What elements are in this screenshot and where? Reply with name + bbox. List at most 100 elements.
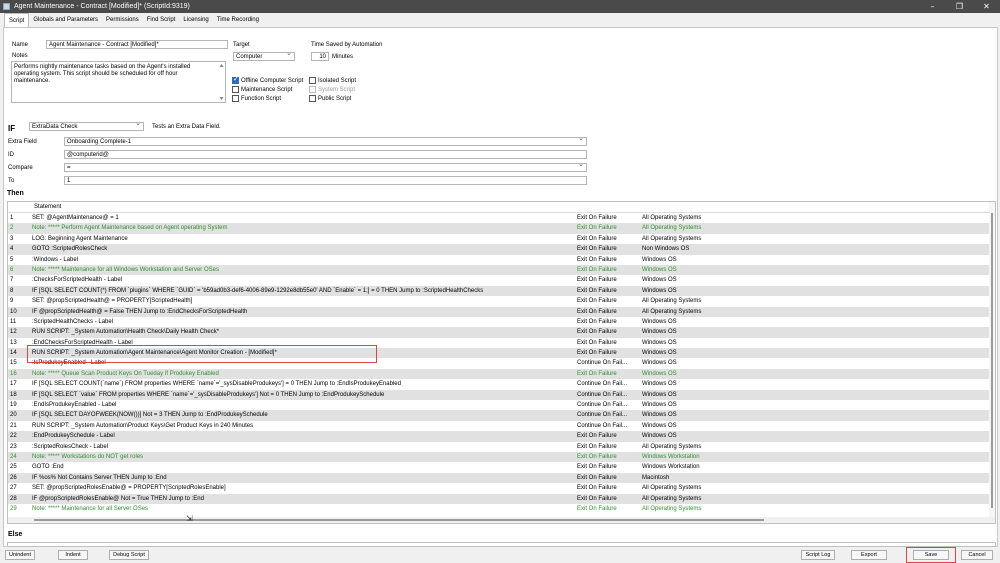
target-select[interactable]: Computer bbox=[233, 52, 295, 61]
tab-script[interactable]: Script bbox=[4, 13, 30, 27]
table-row[interactable]: 10 IF @propScriptedHealth@ = False THEN … bbox=[8, 306, 995, 317]
checkbox-offline-box[interactable] bbox=[232, 75, 239, 84]
notes-scrollbar[interactable] bbox=[219, 63, 224, 101]
row-statement: GOTO :End bbox=[32, 464, 64, 471]
checkbox-public-box[interactable] bbox=[309, 95, 316, 102]
cancel-button[interactable]: Cancel bbox=[961, 550, 993, 560]
name-input[interactable]: Agent Maintenance - Contract [Modified]* bbox=[46, 40, 228, 49]
table-row[interactable]: 2 Note: ***** Perform Agent Maintenance b… bbox=[8, 223, 995, 234]
notes-textarea[interactable]: Performs nightly maintenance tasks based… bbox=[11, 61, 226, 103]
row-failure-action: Exit On Failure bbox=[577, 308, 617, 315]
export-button[interactable]: Export bbox=[851, 550, 887, 560]
table-row[interactable]: 7:ChecksForScriptedHealth - Label Exit On… bbox=[8, 275, 995, 285]
table-row[interactable]: 26 IF %os% Not Contains Server THEN Jump… bbox=[8, 472, 995, 484]
row-operating-system: Windows OS bbox=[642, 412, 677, 419]
table-row[interactable]: 5:Windows - Label Exit On Failure Windows … bbox=[8, 255, 995, 265]
maximize-icon[interactable]: ❐ bbox=[946, 0, 973, 13]
horizontal-scroll-thumb[interactable] bbox=[34, 519, 764, 521]
offline-computer-script-checkbox[interactable]: Offline Computer Script bbox=[232, 75, 303, 84]
tab-find-script[interactable]: Find Script bbox=[143, 13, 180, 27]
table-row[interactable]: 9 SET: @propScriptedHealth@ = PROPERTY[S… bbox=[8, 296, 995, 306]
tab-time-recording[interactable]: Time Recording bbox=[213, 13, 263, 27]
row-number: 12 bbox=[10, 329, 17, 336]
row-statement: :ScriptedRolesCheck - Label bbox=[32, 443, 109, 450]
indent-button[interactable]: Indent bbox=[58, 550, 88, 560]
public-script-checkbox[interactable]: Public Script bbox=[309, 95, 351, 102]
tab-licensing[interactable]: Licensing bbox=[179, 13, 212, 27]
table-row[interactable]: 29 Note: ***** Maintenance for all Serve… bbox=[8, 504, 995, 514]
function-script-checkbox[interactable]: Function Script bbox=[232, 95, 281, 102]
time-saved-input[interactable]: 10 bbox=[311, 52, 329, 61]
else-label: Else bbox=[8, 531, 23, 538]
row-number: 4 bbox=[10, 246, 14, 253]
bottom-toolbar: Unindent Indent Debug Script Script Log … bbox=[0, 547, 1000, 563]
table-row[interactable]: 1 SET: @AgentMaintenance@ = 1 Exit On Fail… bbox=[8, 213, 995, 223]
checkbox-label: Maintenance Script bbox=[241, 86, 293, 93]
table-row[interactable]: 24 Note: ***** Workstations do NOT get r… bbox=[8, 451, 995, 463]
row-failure-action: Continue On Fail... bbox=[577, 391, 628, 398]
checkbox-function-box[interactable] bbox=[232, 95, 239, 102]
row-statement: IF [SQL SELECT COUNT(*) FROM `plugins` W… bbox=[32, 287, 484, 294]
table-row[interactable]: 11:ScriptedHealthChecks - Label Exit On F… bbox=[8, 317, 995, 327]
to-input[interactable]: 1 bbox=[64, 176, 587, 185]
row-statement: GOTO :ScriptedRolesCheck bbox=[32, 246, 108, 253]
row-statement: Note: ***** Maintenance for all Windows … bbox=[32, 266, 219, 273]
row-operating-system: Non Windows OS bbox=[642, 246, 690, 253]
to-label: To bbox=[8, 178, 15, 184]
table-row[interactable]: 25 GOTO :End Exit On Failure Windows Works… bbox=[8, 462, 995, 472]
table-row[interactable]: 16 Note: ***** Queue Scan Product Keys O… bbox=[8, 368, 995, 380]
table-row[interactable]: 18 IF [SQL SELECT `value` FROM propertie… bbox=[8, 389, 995, 401]
table-row[interactable]: 8 IF [SQL SELECT COUNT(*) FROM `plugins`… bbox=[8, 285, 995, 297]
row-number: 25 bbox=[10, 464, 17, 471]
vertical-scroll-thumb[interactable] bbox=[991, 213, 993, 508]
table-row[interactable]: 4 GOTO :ScriptedRolesCheck Exit On Failur… bbox=[8, 244, 995, 255]
row-number: 26 bbox=[10, 474, 17, 481]
tab-permissions[interactable]: Permissions bbox=[102, 13, 143, 27]
row-number: 17 bbox=[10, 381, 17, 388]
table-row[interactable]: 27 SET: @propScriptedRolesEnable@ = PROP… bbox=[8, 483, 995, 493]
isolated-script-checkbox[interactable]: Isolated Script bbox=[309, 77, 356, 84]
table-row[interactable]: 22:EndProdukeySchedule - Label Exit On Fa… bbox=[8, 431, 995, 442]
table-row[interactable]: 23:ScriptedRolesCheck - Label Exit On Fai… bbox=[8, 442, 995, 452]
table-row[interactable]: 12 RUN SCRIPT: _System Automation\Health… bbox=[8, 327, 995, 338]
table-row[interactable]: 19:EndIsProdukeyEnabled - Label Continue … bbox=[8, 400, 995, 410]
checkbox-maintenance-box[interactable] bbox=[232, 86, 239, 93]
minimize-icon[interactable]: – bbox=[919, 0, 946, 13]
script-log-button[interactable]: Script Log bbox=[801, 550, 835, 560]
script-panel: Name Agent Maintenance - Contract [Modif… bbox=[3, 27, 998, 547]
row-failure-action: Exit On Failure bbox=[577, 370, 617, 377]
table-row[interactable]: 20 IF [SQL SELECT DAYOFWEEK(NOW())] Not … bbox=[8, 410, 995, 421]
horizontal-scrollbar[interactable] bbox=[8, 517, 995, 523]
row-statement: Note: ***** Queue Scan Product Keys On T… bbox=[32, 370, 219, 377]
compare-select[interactable]: = bbox=[64, 163, 587, 172]
row-statement: :ChecksForScriptedHealth - Label bbox=[32, 277, 123, 284]
row-failure-action: Continue On Fail... bbox=[577, 402, 628, 409]
row-operating-system: Windows OS bbox=[642, 381, 677, 388]
table-row[interactable]: 3 LOG: Beginning Agent Maintenance Exit O… bbox=[8, 234, 995, 244]
row-statement: IF @propScriptedHealth@ = False THEN Jum… bbox=[32, 308, 248, 315]
notes-text: Performs nightly maintenance tasks based… bbox=[14, 64, 191, 84]
table-row[interactable]: 17 IF [SQL SELECT COUNT(`name`) FROM pro… bbox=[8, 379, 995, 389]
condition-select[interactable]: ExtraData Check bbox=[29, 122, 144, 131]
table-row[interactable]: 21 RUN SCRIPT: _System Automation\Produc… bbox=[8, 421, 995, 431]
maintenance-script-checkbox[interactable]: Maintenance Script bbox=[232, 86, 292, 93]
row-failure-action: Continue On Fail... bbox=[577, 422, 628, 429]
table-row[interactable]: 28 IF @propScriptedRolesEnable@ Not = Tr… bbox=[8, 493, 995, 504]
row-statement: SET: @propScriptedHealth@ = PROPERTY[Scr… bbox=[32, 298, 193, 305]
debug-script-button[interactable]: Debug Script bbox=[109, 550, 149, 560]
table-row[interactable]: 6 Note: ***** Maintenance for all Window… bbox=[8, 264, 995, 276]
tab-globals-and-parameters[interactable]: Globals and Parameters bbox=[29, 13, 102, 27]
unindent-button[interactable]: Unindent bbox=[5, 550, 35, 560]
close-icon[interactable]: ✕ bbox=[973, 0, 1000, 13]
row-statement: SET: @propScriptedRolesEnable@ = PROPERT… bbox=[32, 485, 226, 492]
row-number: 19 bbox=[10, 402, 17, 409]
row-highlight-annotation bbox=[27, 345, 377, 363]
row-statement: IF [SQL SELECT DAYOFWEEK(NOW())] Not = 3… bbox=[32, 412, 268, 419]
extra-field-select[interactable]: Onboarding Complete-1 bbox=[64, 137, 587, 146]
if-label: IF bbox=[8, 124, 16, 133]
statement-column-header[interactable]: Statement bbox=[34, 204, 61, 210]
id-input[interactable]: @computerid@ bbox=[64, 150, 587, 159]
vertical-scrollbar[interactable] bbox=[989, 202, 995, 519]
title-bar: Agent Maintenance - Contract [Modified]*… bbox=[0, 0, 1000, 13]
checkbox-isolated-box[interactable] bbox=[309, 77, 316, 84]
